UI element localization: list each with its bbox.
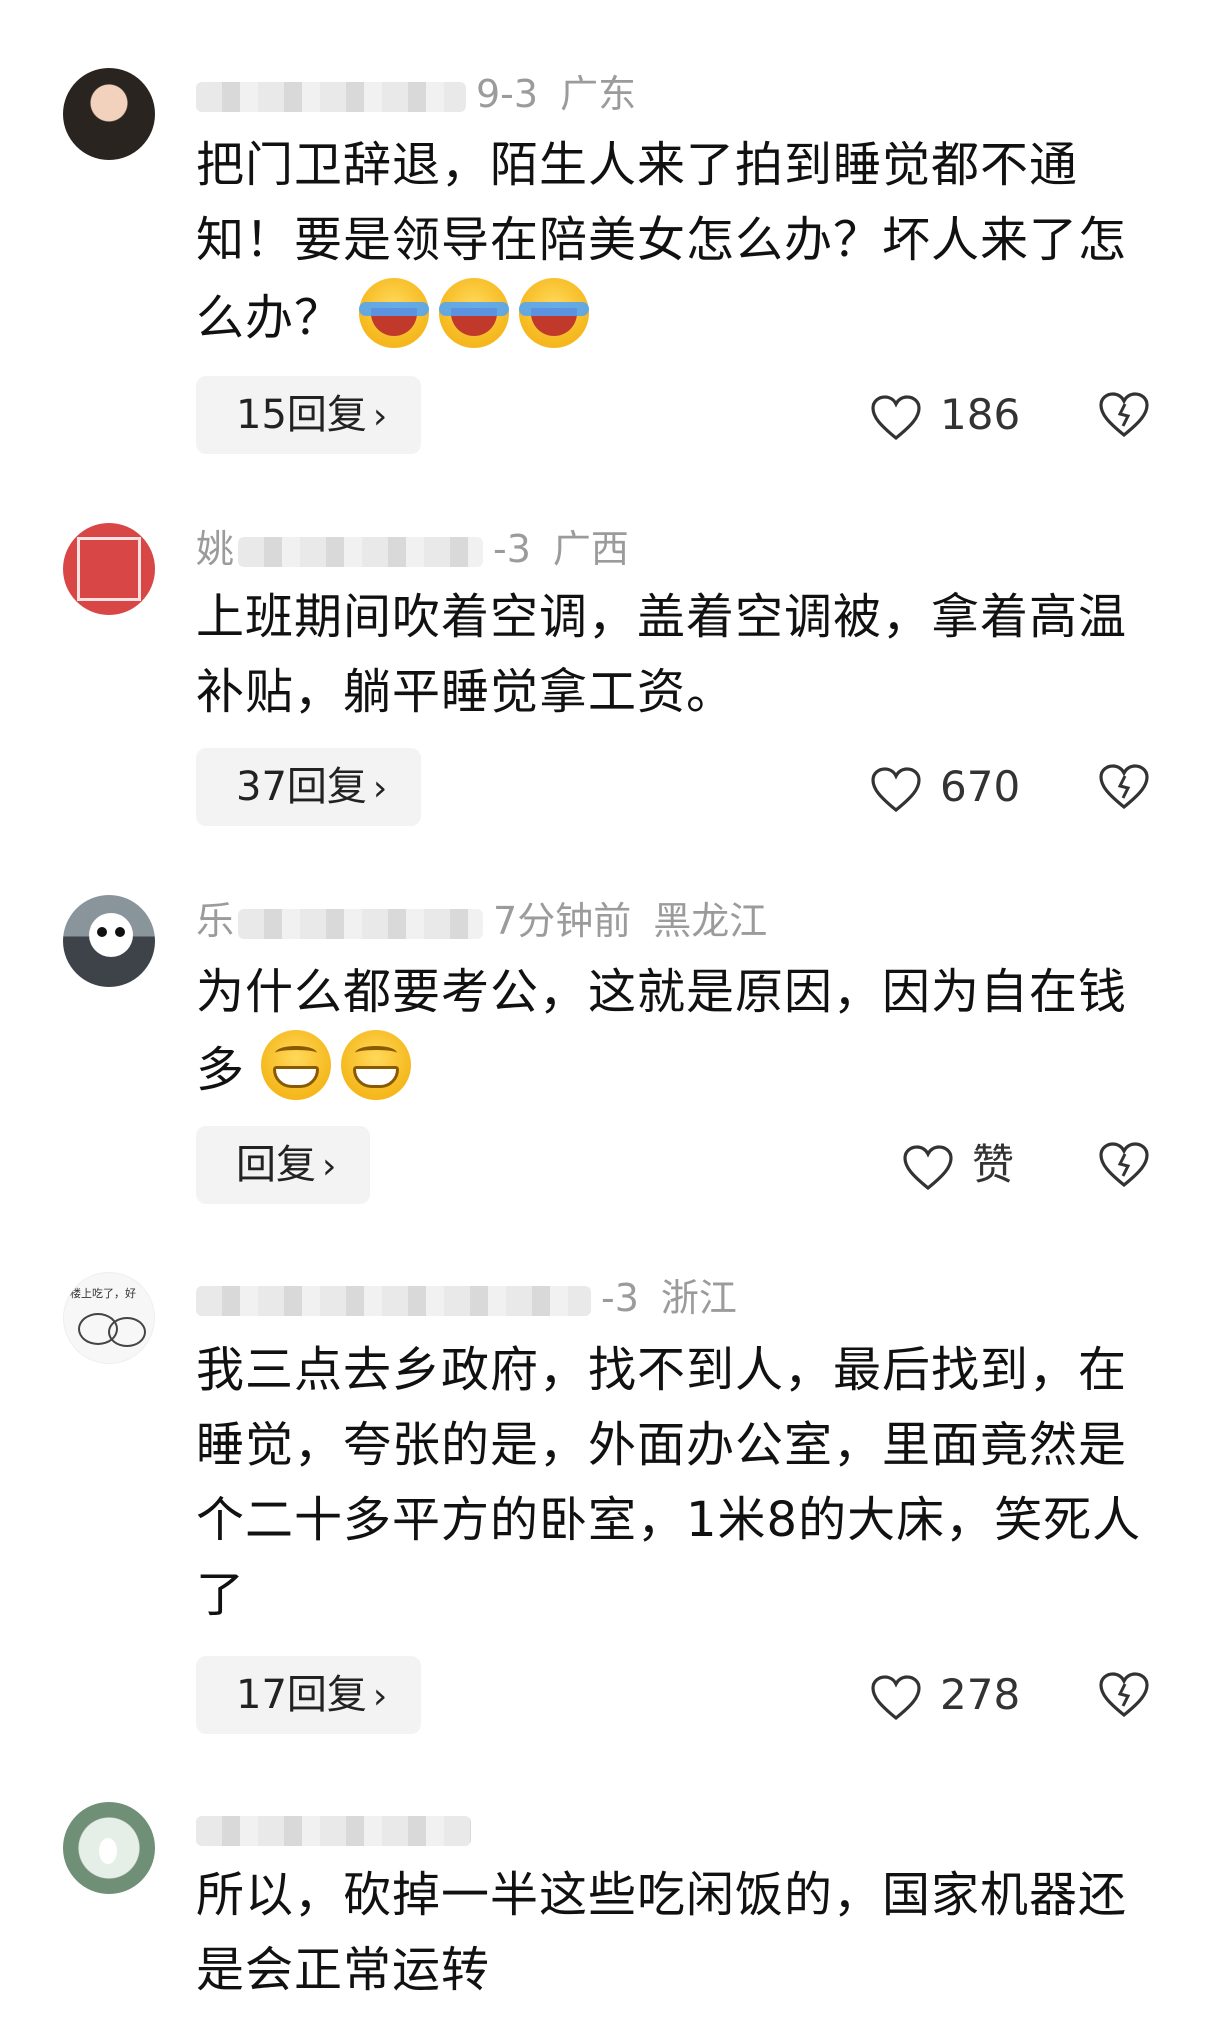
comment-location: 广西: [552, 527, 629, 571]
avatar[interactable]: 楼上吃了，好: [63, 1272, 155, 1364]
comment-text: 我三点去乡政府，找不到人，最后找到，在睡觉，夸张的是，外面办公室，里面竟然是个二…: [196, 1333, 1156, 1633]
comment-meta: -3 浙江: [196, 1276, 737, 1320]
avatar-doodle: [108, 1317, 146, 1347]
comment-text-content: 所以，砍掉一半这些吃闲饭的，国家机器还是会正常运转: [196, 1867, 1128, 1998]
comment-text-content: 把门卫辞退，陌生人来了拍到睡觉都不通知！要是领导在陪美女怎么办？坏人来了怎么办？: [196, 137, 1128, 346]
dislike-button[interactable]: [1098, 376, 1150, 454]
like-button[interactable]: 186: [870, 376, 1020, 454]
avatar[interactable]: [63, 895, 155, 987]
username-visible-part: 乐: [196, 899, 235, 943]
comment-text: 把门卫辞退，陌生人来了拍到睡觉都不通知！要是领导在陪美女怎么办？坏人来了怎么办？: [196, 128, 1156, 356]
comment-text: 上班期间吹着空调，盖着空调被，拿着高温补贴，躺平睡觉拿工资。: [196, 580, 1156, 730]
grinning-face-icon: [261, 1030, 332, 1100]
dislike-button[interactable]: [1098, 1126, 1150, 1204]
panda-avatar-eye: [115, 927, 125, 937]
panda-avatar-eye: [97, 927, 107, 937]
avatar[interactable]: [63, 68, 155, 160]
like-label: 赞: [972, 1140, 1015, 1189]
reply-count-label: 17回复: [236, 1672, 367, 1718]
comment-meta: 乐 7分钟前 黑龙江: [196, 899, 767, 943]
comment-meta: [196, 1806, 481, 1850]
comment-location: 广东: [560, 72, 637, 116]
reply-label: 回复: [236, 1142, 316, 1188]
comment-text: 所以，砍掉一半这些吃闲饭的，国家机器还是会正常运转: [196, 1858, 1156, 2008]
comment-meta: 姚 -3 广西: [196, 527, 629, 571]
like-count: 670: [940, 762, 1021, 811]
loudly-crying-face-icon: [359, 278, 430, 348]
comment-time: 7分钟前: [493, 899, 632, 943]
like-button[interactable]: 赞: [902, 1126, 1014, 1204]
broken-heart-icon: [1099, 1142, 1149, 1188]
heart-icon: [871, 766, 921, 812]
reply-button[interactable]: 回复 ›: [196, 1126, 371, 1204]
comment-time: -3: [493, 527, 531, 571]
blurred-username: [196, 1815, 471, 1846]
flower-avatar-petal: [99, 1838, 117, 1864]
heart-icon: [871, 1674, 921, 1720]
username-visible-part: 姚: [196, 527, 235, 571]
chevron-right-icon: ›: [372, 1676, 388, 1717]
blurred-username: [196, 81, 466, 112]
chevron-right-icon: ›: [322, 1146, 337, 1187]
grinning-face-icon: [341, 1030, 412, 1100]
comment-time: -3: [601, 1276, 639, 1320]
heart-icon: [871, 394, 921, 440]
comment-text-content: 我三点去乡政府，找不到人，最后找到，在睡觉，夸张的是，外面办公室，里面竟然是个二…: [196, 1342, 1142, 1623]
avatar[interactable]: [63, 523, 155, 615]
loudly-crying-face-icon: [519, 278, 590, 348]
avatar[interactable]: [63, 1802, 155, 1894]
like-count: 186: [940, 390, 1021, 439]
chevron-right-icon: ›: [372, 396, 388, 437]
blurred-username: [238, 536, 484, 567]
like-button[interactable]: 670: [870, 748, 1020, 826]
view-replies-button[interactable]: 37回复 ›: [196, 748, 422, 826]
comment-text: 为什么都要考公，这就是原因，因为自在钱多: [196, 955, 1156, 1108]
like-count: 278: [940, 1670, 1021, 1719]
dislike-button[interactable]: [1098, 1656, 1150, 1734]
reply-count-label: 37回复: [236, 764, 367, 810]
avatar-caption: 楼上吃了，好: [70, 1287, 136, 1300]
view-replies-button[interactable]: 17回复 ›: [196, 1656, 422, 1734]
chevron-right-icon: ›: [372, 768, 388, 809]
comment-text-content: 为什么都要考公，这就是原因，因为自在钱多: [196, 964, 1128, 1098]
comment-time: 9-3: [476, 72, 539, 116]
heart-icon: [903, 1144, 953, 1190]
panda-avatar-face: [89, 913, 133, 957]
blurred-username: [196, 1285, 591, 1316]
broken-heart-icon: [1099, 764, 1149, 810]
dislike-button[interactable]: [1098, 748, 1150, 826]
like-button[interactable]: 278: [870, 1656, 1020, 1734]
loudly-crying-face-icon: [439, 278, 510, 348]
broken-heart-icon: [1099, 392, 1149, 438]
comment-meta: 9-3 广东: [196, 72, 636, 116]
blurred-username: [238, 908, 484, 939]
broken-heart-icon: [1099, 1672, 1149, 1718]
comment-location: 黑龙江: [653, 899, 768, 943]
view-replies-button[interactable]: 15回复 ›: [196, 376, 422, 454]
seal-avatar-pattern: [77, 537, 141, 601]
comment-text-content: 上班期间吹着空调，盖着空调被，拿着高温补贴，躺平睡觉拿工资。: [196, 589, 1128, 720]
comment-location: 浙江: [660, 1276, 737, 1320]
reply-count-label: 15回复: [236, 392, 367, 438]
